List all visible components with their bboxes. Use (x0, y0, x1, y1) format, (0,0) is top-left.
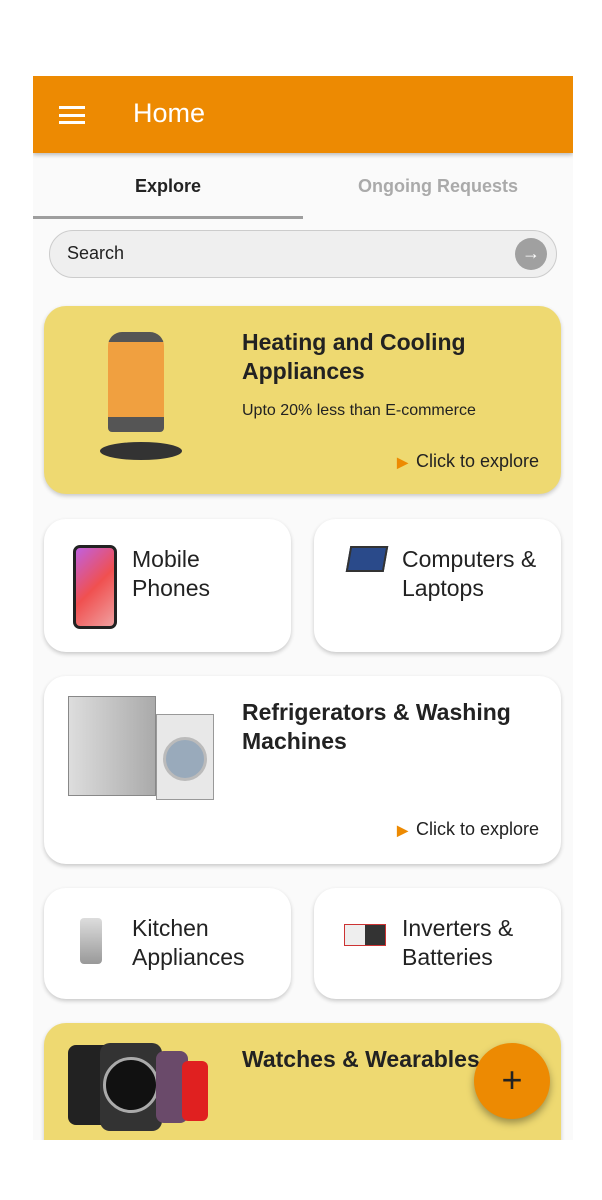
card-kitchen-appliances[interactable]: Kitchen Appliances (44, 888, 291, 999)
heater-base (100, 442, 182, 460)
watch-image (100, 1043, 162, 1131)
app-screen: Home Explore Ongoing Requests Search → H… (33, 76, 573, 1140)
search-input[interactable]: Search → (49, 230, 557, 278)
tab-bar: Explore Ongoing Requests (33, 153, 573, 219)
card-title: Mobile Phones (132, 546, 211, 601)
refrigerator-image (68, 696, 156, 796)
app-bar: Home (33, 76, 573, 153)
tab-ongoing-requests[interactable]: Ongoing Requests (303, 153, 573, 219)
card-title: Computers & Laptops (402, 546, 537, 601)
card-subtitle: Upto 20% less than E-commerce (242, 402, 476, 419)
heater-image (108, 332, 164, 432)
card-title: Inverters & Batteries (402, 915, 514, 970)
laptop-image (345, 546, 389, 572)
card-title: Refrigerators & Washing Machines (242, 699, 511, 754)
search-placeholder: Search (67, 243, 125, 263)
card-refrigerators-washing[interactable]: Refrigerators & Washing Machines ▶ Click … (44, 676, 561, 864)
mixer-image (80, 918, 102, 964)
click-to-explore-link[interactable]: ▶ Click to explore (397, 819, 539, 840)
add-fab-button[interactable]: + (474, 1043, 550, 1119)
play-icon: ▶ (397, 822, 408, 838)
card-computers-laptops[interactable]: Computers & Laptops (314, 519, 561, 652)
phone-image (73, 545, 117, 629)
card-heating-cooling[interactable]: Heating and Cooling Appliances Upto 20% … (44, 306, 561, 494)
battery-image (344, 924, 386, 946)
tab-explore[interactable]: Explore (33, 153, 303, 219)
cta-label: Click to explore (415, 819, 539, 839)
card-inverters-batteries[interactable]: Inverters & Batteries (314, 888, 561, 999)
click-to-explore-link[interactable]: ▶ Click to explore (397, 451, 539, 472)
washing-machine-image (156, 714, 214, 800)
fitness-band-image (182, 1061, 208, 1121)
card-mobile-phones[interactable]: Mobile Phones (44, 519, 291, 652)
hamburger-icon[interactable] (59, 106, 85, 124)
arrow-right-icon[interactable]: → (515, 238, 547, 270)
card-title: Kitchen Appliances (132, 915, 245, 970)
play-icon: ▶ (397, 454, 408, 470)
page-title: Home (133, 98, 206, 128)
card-title: Heating and Cooling Appliances (242, 329, 466, 384)
cta-label: Click to explore (415, 451, 539, 471)
